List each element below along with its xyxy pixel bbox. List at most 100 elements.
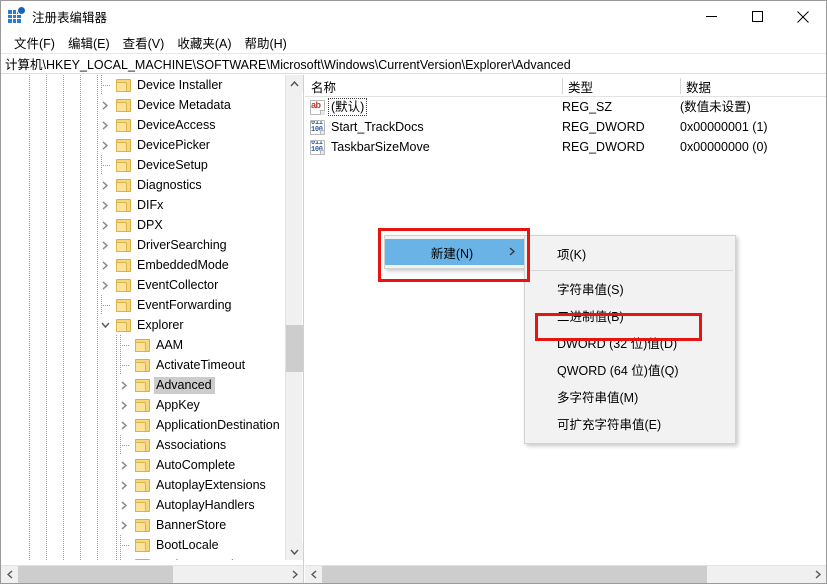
tree-item-label: Explorer [137,317,184,332]
chevron-right-icon[interactable] [97,237,113,253]
scroll-left-icon[interactable] [305,566,322,583]
tree-connector [120,365,129,366]
menu-favorites[interactable]: 收藏夹(A) [171,31,238,54]
value-name: TaskbarSizeMove [331,140,430,154]
scroll-right-icon[interactable] [809,566,826,583]
value-row[interactable]: 011 100 Start_TrackDocs REG_DWORD 0x00000001… [305,117,826,137]
tree-item-label: AppKey [156,397,200,412]
value-row[interactable]: ab (默认) REG_SZ (数值未设置) [305,97,826,117]
registry-tree: Device Installer Device Metadata DeviceAcc… [1,75,285,560]
chevron-right-icon[interactable] [116,397,132,413]
tree-item-activatetimeout[interactable]: ActivateTimeout [1,355,285,375]
tree-item-deviceaccess[interactable]: DeviceAccess [1,115,285,135]
tree-item-device-installer[interactable]: Device Installer [1,75,285,95]
tree-item-devicesetup[interactable]: DeviceSetup [1,155,285,175]
tree-item-devicepicker[interactable]: DevicePicker [1,135,285,155]
scroll-right-icon[interactable] [286,566,303,583]
tree-item-label: Diagnostics [137,177,202,192]
chevron-right-icon[interactable] [97,117,113,133]
tree-hscrollbar-thumb[interactable] [18,566,173,583]
submenu-item[interactable]: 可扩充字符串值(E) [525,410,735,437]
registry-path: 计算机\HKEY_LOCAL_MACHINE\SOFTWARE\Microsof… [5,58,571,72]
chevron-right-icon[interactable] [116,497,132,513]
folder-icon [135,398,150,412]
tree-item-eventcollector[interactable]: EventCollector [1,275,285,295]
tree-item-autoplayhandlers[interactable]: AutoplayHandlers [1,495,285,515]
chevron-right-icon[interactable] [97,97,113,113]
values-hscrollbar-thumb[interactable] [322,566,707,583]
scroll-down-icon[interactable] [286,543,303,560]
tree-item-label: AAM [156,337,184,352]
value-data: 0x00000001 (1) [680,120,768,134]
submenu-item[interactable]: DWORD (32 位)值(D) [525,329,735,356]
tree-item-driversearching[interactable]: DriverSearching [1,235,285,255]
tree-item-aam[interactable]: AAM [1,335,285,355]
close-button[interactable] [780,1,826,32]
registry-values-list: ab (默认) REG_SZ (数值未设置) 011 100 Start_TrackDocs… [305,97,826,157]
tree-connector [120,345,129,346]
tree-item-appkey[interactable]: AppKey [1,395,285,415]
tree-item-bootlocale[interactable]: BootLocale [1,535,285,555]
menu-edit[interactable]: 编辑(E) [62,31,117,54]
tree-horizontal-scrollbar[interactable] [1,565,303,583]
values-horizontal-scrollbar[interactable] [305,565,826,583]
tree-item-label: EmbeddedMode [137,257,229,272]
tree-scrollbar-thumb[interactable] [286,325,303,372]
chevron-right-icon[interactable] [116,457,132,473]
tree-item-autoplayextensions[interactable]: AutoplayExtensions [1,475,285,495]
tree-item-dpx[interactable]: DPX [1,215,285,235]
address-bar[interactable]: 计算机\HKEY_LOCAL_MACHINE\SOFTWARE\Microsof… [1,53,826,74]
column-header-data[interactable]: 数据 [680,75,826,97]
tree-item-device-metadata[interactable]: Device Metadata [1,95,285,115]
tree-connector [120,335,121,355]
tree-item-explorer[interactable]: Explorer [1,315,285,335]
tree-item-difx[interactable]: DIFx [1,195,285,215]
scroll-up-icon[interactable] [286,75,303,92]
chevron-right-icon[interactable] [97,257,113,273]
menu-help[interactable]: 帮助(H) [238,31,293,54]
column-header-name[interactable]: 名称 [305,75,562,97]
scroll-left-icon[interactable] [1,566,18,583]
maximize-button[interactable] [734,1,780,32]
tree-item-autocomplete[interactable]: AutoComplete [1,455,285,475]
tree-vertical-scrollbar[interactable] [285,75,303,560]
tree-item-bannerstore[interactable]: BannerStore [1,515,285,535]
chevron-right-icon[interactable] [116,417,132,433]
chevron-right-icon[interactable] [97,197,113,213]
tree-item-label: BootLocale [156,537,219,552]
submenu-item[interactable]: 多字符串值(M) [525,383,735,410]
registry-editor-window: 注册表编辑器 文件(F) 编辑(E) 查看(V) 收藏夹(A) 帮助(H) 计算… [0,0,827,584]
chevron-right-icon[interactable] [97,177,113,193]
title-bar: 注册表编辑器 [1,1,826,32]
submenu-item[interactable]: 字符串值(S) [525,275,735,302]
submenu-item[interactable]: QWORD (64 位)值(Q) [525,356,735,383]
chevron-right-icon[interactable] [116,517,132,533]
chevron-right-icon[interactable] [97,217,113,233]
tree-item-applicationdestination[interactable]: ApplicationDestination [1,415,285,435]
context-menu: 新建(N) [384,235,526,269]
value-row[interactable]: 011 100 TaskbarSizeMove REG_DWORD 0x00000000… [305,137,826,157]
string-value-icon: ab [310,100,325,115]
value-type: REG_DWORD [562,140,645,154]
submenu-item[interactable]: 二进制值(B) [525,302,735,329]
chevron-right-icon[interactable] [97,277,113,293]
chevron-right-icon[interactable] [116,377,132,393]
folder-icon [135,518,150,532]
tree-item-associations[interactable]: Associations [1,435,285,455]
tree-item-embeddedmode[interactable]: EmbeddedMode [1,255,285,275]
tree-item-advanced[interactable]: Advanced [1,375,285,395]
submenu-item[interactable]: 项(K) [525,240,735,267]
menu-view[interactable]: 查看(V) [117,31,172,54]
menu-file[interactable]: 文件(F) [8,31,62,54]
tree-item-brokerextensions[interactable]: BrokerExtensions [1,555,285,560]
chevron-right-icon[interactable] [116,477,132,493]
chevron-down-icon[interactable] [97,317,113,333]
context-menu-item-new[interactable]: 新建(N) [385,239,525,265]
tree-item-diagnostics[interactable]: Diagnostics [1,175,285,195]
minimize-button[interactable] [688,1,734,32]
folder-icon [135,338,150,352]
column-header-type[interactable]: 类型 [562,75,680,97]
context-menu-item-new-label: 新建(N) [430,246,474,261]
tree-item-eventforwarding[interactable]: EventForwarding [1,295,285,315]
chevron-right-icon[interactable] [97,137,113,153]
